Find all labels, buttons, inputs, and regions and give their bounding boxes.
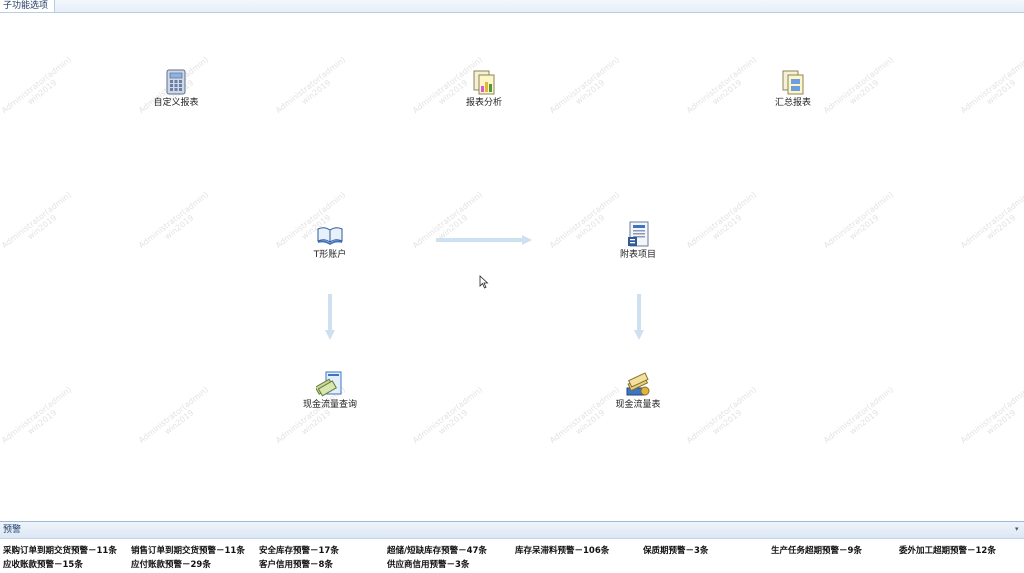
tab-sub-function-options[interactable]: 子功能选项 (0, 0, 56, 12)
function-canvas: Administrator(admin) win2019 Administrator… (0, 13, 1024, 520)
money-query-icon (316, 371, 342, 397)
watermark-line-host: win2019 (847, 78, 881, 107)
watermark-line-user: Administrator(admin) (0, 385, 74, 446)
watermark-text: Administrator(admin)win2019 (274, 55, 353, 122)
watermark-line-user: Administrator(admin) (685, 385, 759, 446)
watermark-line-user: Administrator(admin) (0, 55, 74, 116)
watermark-text: Administrator(admin)win2019 (959, 55, 1024, 122)
watermark-text: Administrator(admin)win2019 (822, 385, 901, 452)
warning-list: 采购订单到期交货预警－11条 销售订单到期交货预警－11条 安全库存预警－17条… (0, 540, 1024, 573)
warning-item-slow-moving[interactable]: 库存呆滞料预警－106条 (515, 545, 609, 557)
watermark-text: Administrator(admin)win2019 (411, 190, 490, 257)
document-table-icon (628, 221, 649, 247)
watermark-line-host: win2019 (847, 213, 881, 242)
watermark-line-user: Administrator(admin) (685, 190, 759, 251)
watermark-line-host: win2019 (436, 408, 470, 437)
watermark-text: Administrator(admin)win2019 (0, 55, 79, 122)
watermark-line-host: win2019 (162, 408, 196, 437)
arrow-down-right (634, 294, 644, 340)
watermark-text: Administrator(admin)win2019 (0, 385, 79, 452)
warning-item-po-due[interactable]: 采购订单到期交货预警－11条 (3, 545, 117, 557)
node-label: T形账户 (313, 250, 347, 260)
node-label: 现金流量查询 (302, 400, 357, 410)
watermark-line-host: win2019 (436, 213, 470, 242)
watermark-text: Administrator(admin)win2019 (959, 190, 1024, 257)
node-label: 自定义报表 (153, 98, 199, 108)
arrow-right (436, 235, 532, 245)
watermark-text: Administrator(admin)win2019 (685, 385, 764, 452)
watermark-line-host: win2019 (25, 408, 59, 437)
watermark-line-user: Administrator(admin) (685, 55, 759, 116)
warning-item-supplier-credit[interactable]: 供应商信用预警－3条 (387, 559, 469, 571)
watermark-text: Administrator(admin)win2019 (137, 385, 216, 452)
watermark-text: Administrator(admin)win2019 (0, 190, 79, 257)
watermark-text: Administrator(admin)win2019 (685, 55, 764, 122)
node-report-analysis[interactable]: 报表分析 (449, 68, 519, 108)
warning-item-safety-stock[interactable]: 安全库存预警－17条 (259, 545, 339, 557)
watermark-line-user: Administrator(admin) (822, 55, 896, 116)
money-stack-icon (626, 372, 650, 396)
summary-report-icon (782, 70, 804, 95)
watermark-line-user: Administrator(admin) (822, 385, 896, 446)
node-cashflow-table[interactable]: 现金流量表 (603, 370, 673, 410)
watermark-line-host: win2019 (710, 408, 744, 437)
watermark-text: Administrator(admin)win2019 (137, 190, 216, 257)
watermark-line-user: Administrator(admin) (137, 190, 211, 251)
watermark-line-host: win2019 (710, 78, 744, 107)
watermark-line-host: win2019 (25, 213, 59, 242)
warning-item-outsourcing-overdue[interactable]: 委外加工超期预警－12条 (899, 545, 996, 557)
calculator-icon (166, 69, 186, 95)
watermark-line-host: win2019 (25, 78, 59, 107)
node-label: 附表项目 (619, 250, 656, 260)
watermark-text: Administrator(admin)win2019 (548, 55, 627, 122)
node-t-account[interactable]: T形账户 (295, 220, 365, 260)
warning-panel-header: 预警 ▾ (0, 521, 1024, 539)
node-label: 现金流量表 (615, 400, 661, 410)
report-chart-icon (473, 70, 495, 95)
watermark-text: Administrator(admin)win2019 (822, 55, 901, 122)
watermark-text: Administrator(admin)win2019 (822, 190, 901, 257)
warning-item-receivables[interactable]: 应收账款预警－15条 (3, 559, 83, 571)
node-summary-report[interactable]: 汇总报表 (758, 68, 828, 108)
warning-item-so-due[interactable]: 销售订单到期交货预警－11条 (131, 545, 245, 557)
mouse-cursor-icon (479, 275, 489, 289)
arrow-down-left (325, 294, 335, 340)
node-appendix-items[interactable]: 附表项目 (603, 220, 673, 260)
watermark-line-host: win2019 (710, 213, 744, 242)
node-custom-report[interactable]: 自定义报表 (141, 68, 211, 108)
warning-item-payables[interactable]: 应付账款预警－29条 (131, 559, 211, 571)
watermark-text: Administrator(admin)win2019 (411, 385, 490, 452)
watermark-text: Administrator(admin)win2019 (959, 385, 1024, 452)
watermark-text: Administrator(admin)win2019 (685, 190, 764, 257)
warning-item-customer-credit[interactable]: 客户信用预警－8条 (259, 559, 333, 571)
watermark-line-user: Administrator(admin) (822, 190, 896, 251)
watermark-line-host: win2019 (299, 78, 333, 107)
node-label: 报表分析 (465, 98, 502, 108)
open-book-icon (317, 227, 343, 245)
collapse-icon[interactable]: ▾ (1015, 526, 1021, 533)
watermark-line-host: win2019 (847, 408, 881, 437)
watermark-line-user: Administrator(admin) (0, 190, 74, 251)
watermark-line-user: Administrator(admin) (548, 55, 622, 116)
tab-bar: 子功能选项 (0, 0, 1024, 13)
watermark-line-user: Administrator(admin) (137, 385, 211, 446)
watermark-line-user: Administrator(admin) (274, 55, 348, 116)
warning-item-over-short-stock[interactable]: 超储/短缺库存预警－47条 (387, 545, 487, 557)
watermark-line-user: Administrator(admin) (411, 385, 485, 446)
watermark-line-host: win2019 (162, 213, 196, 242)
watermark-line-host: win2019 (573, 78, 607, 107)
node-label: 汇总报表 (774, 98, 811, 108)
warning-item-production-overdue[interactable]: 生产任务超期预警－9条 (771, 545, 862, 557)
warning-panel-title: 预警 (3, 525, 22, 535)
warning-item-shelf-life[interactable]: 保质期预警－3条 (643, 545, 708, 557)
node-cashflow-query[interactable]: 现金流量查询 (295, 370, 365, 410)
